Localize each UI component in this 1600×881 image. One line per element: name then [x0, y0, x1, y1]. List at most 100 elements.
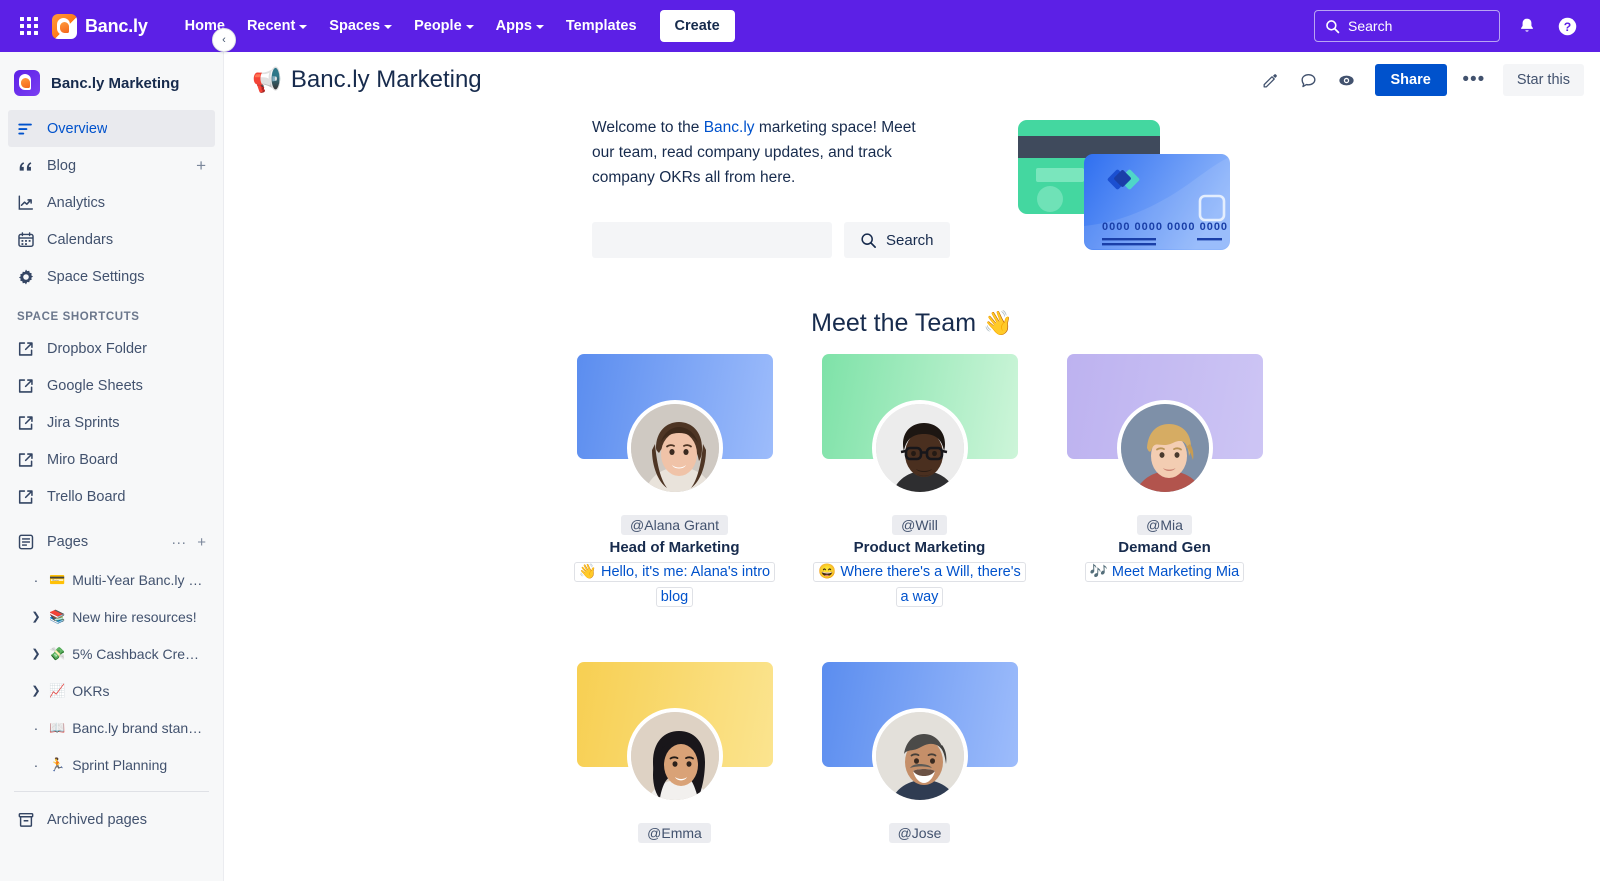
sidebar-item-analytics[interactable]: Analytics [8, 184, 215, 221]
megaphone-icon: 📢 [252, 66, 282, 94]
page-item-label: New hire resources! [72, 608, 197, 625]
page-item-okrs[interactable]: ❯ 📈 OKRs [8, 672, 215, 709]
nav-right-group: Search ? [1314, 10, 1586, 42]
brand-logo[interactable]: Banc.ly [52, 13, 148, 39]
member-banner [1066, 354, 1263, 496]
archived-pages-label: Archived pages [47, 812, 147, 828]
member-blog-link[interactable]: 👋 Hello, it's me: Alana's intro blog [567, 560, 782, 610]
page-bullet-icon: · [33, 571, 39, 588]
sidebar-shortcut-label: Dropbox Folder [47, 340, 147, 357]
page-item-sprint-planning[interactable]: · 🏃 Sprint Planning [8, 746, 215, 783]
space-shortcuts-list: Dropbox Folder Google Sheets Jira Sprint… [0, 330, 223, 515]
space-nav: Overview Blog + Analytics Calendars Spac… [0, 110, 223, 295]
global-search-placeholder: Search [1348, 18, 1393, 34]
quote-icon [19, 161, 32, 171]
sidebar-item-label: Analytics [47, 194, 106, 211]
sidebar-divider [14, 791, 209, 792]
member-blog-link[interactable]: 🎶 Meet Marketing Mia [1084, 560, 1245, 585]
page-item-multi-year[interactable]: · 💳 Multi-Year Banc.ly … [8, 561, 215, 598]
member-handle[interactable]: @Alana Grant [621, 515, 728, 535]
page-item-new-hire-resources[interactable]: ❯ 📚 New hire resources! [8, 598, 215, 635]
member-handle[interactable]: @Emma [638, 823, 711, 843]
sidebar-shortcut-miro-board[interactable]: Miro Board [8, 441, 215, 478]
space-header[interactable]: Banc.ly Marketing [0, 52, 223, 110]
member-role: Demand Gen [1118, 539, 1211, 556]
member-link-text: Hello, it's me: Alana's intro blog [600, 564, 771, 605]
search-button[interactable]: Search [844, 222, 950, 258]
member-link-emoji: 👋 [578, 564, 597, 580]
team-member-card[interactable]: @Emma [552, 662, 797, 847]
bancly-mark-icon [52, 13, 77, 39]
add-blog-post-button[interactable]: + [196, 157, 206, 174]
eye-icon[interactable] [1331, 64, 1363, 96]
team-member-card[interactable]: @Mia Demand Gen 🎶 Meet Marketing Mia [1042, 354, 1287, 610]
create-button[interactable]: Create [659, 10, 735, 42]
chevron-right-icon[interactable]: ❯ [30, 647, 42, 660]
archive-box-icon [18, 812, 34, 827]
pages-more-button[interactable]: ··· [171, 534, 186, 551]
nav-item-recent[interactable]: Recent [236, 11, 318, 41]
sidebar-item-calendars[interactable]: Calendars [8, 221, 215, 258]
sidebar-shortcut-google-sheets[interactable]: Google Sheets [8, 367, 215, 404]
team-grid: @Alana Grant Head of Marketing 👋 Hello, … [552, 354, 1312, 847]
team-member-card[interactable]: @Will Product Marketing 😄 Where there's … [797, 354, 1042, 610]
sidebar-shortcut-dropbox-folder[interactable]: Dropbox Folder [8, 330, 215, 367]
nav-item-apps[interactable]: Apps [485, 11, 555, 41]
page-emoji-icon: 🏃 [49, 756, 66, 772]
nav-item-label: Apps [495, 18, 532, 34]
external-link-icon [18, 489, 33, 504]
avatar [871, 708, 968, 804]
bell-icon[interactable] [1514, 13, 1540, 39]
pages-header[interactable]: Pages ··· + [8, 523, 215, 561]
nav-item-spaces[interactable]: Spaces [318, 11, 403, 41]
sidebar-item-overview[interactable]: Overview [8, 110, 215, 147]
grid-apps-icon[interactable] [18, 15, 40, 37]
avatar [1116, 400, 1213, 496]
search-input[interactable] [592, 222, 832, 258]
member-handle[interactable]: @Jose [888, 823, 951, 843]
member-handle[interactable]: @Will [892, 515, 947, 535]
nav-item-label: Templates [565, 18, 637, 34]
team-member-card[interactable]: @Alana Grant Head of Marketing 👋 Hello, … [552, 354, 797, 610]
analytics-chart-icon [18, 195, 34, 210]
nav-item-label: People [414, 18, 462, 34]
more-options-button[interactable]: ••• [1457, 64, 1491, 96]
page-actions: Share ••• Star this [1255, 64, 1584, 96]
overview-lines-icon [18, 123, 32, 134]
nav-item-templates[interactable]: Templates [555, 11, 648, 41]
member-handle[interactable]: @Mia [1137, 515, 1192, 535]
sidebar-item-space-settings[interactable]: Space Settings [8, 258, 215, 295]
pages-label: Pages [47, 534, 89, 550]
archived-pages-item[interactable]: Archived pages [0, 800, 223, 840]
avatar [626, 708, 723, 804]
sidebar-shortcut-trello-board[interactable]: Trello Board [8, 478, 215, 515]
global-search-input[interactable]: Search [1314, 10, 1500, 42]
nav-item-people[interactable]: People [403, 11, 485, 41]
page-item-cashback-credit[interactable]: ❯ 💸 5% Cashback Cre… [8, 635, 215, 672]
pages-icon [18, 534, 34, 550]
star-this-button[interactable]: Star this [1502, 64, 1584, 96]
chevron-right-icon[interactable]: ❯ [30, 610, 42, 623]
pencil-icon[interactable] [1255, 64, 1287, 96]
page-item-label: OKRs [72, 682, 110, 699]
search-icon [861, 232, 876, 248]
pages-section: Pages ··· + · 💳 Multi-Year Banc.ly … ❯ 📚… [0, 523, 223, 783]
help-circle-icon[interactable]: ? [1554, 13, 1580, 39]
page-item-brand-standards[interactable]: · 📖 Banc.ly brand stan… [8, 709, 215, 746]
share-button[interactable]: Share [1374, 64, 1447, 96]
avatar [626, 400, 723, 496]
space-name: Banc.ly Marketing [51, 74, 180, 92]
collapse-sidebar-button[interactable]: ‹ [212, 28, 236, 52]
space-shortcuts-label: SPACE SHORTCUTS [17, 311, 140, 323]
sidebar-shortcut-jira-sprints[interactable]: Jira Sprints [8, 404, 215, 441]
member-meta: @Mia Demand Gen 🎶 Meet Marketing Mia [1042, 515, 1287, 585]
team-member-card[interactable]: @Jose [797, 662, 1042, 847]
comment-icon[interactable] [1293, 64, 1325, 96]
page-content: Welcome to the Banc.ly marketing space! … [224, 109, 1600, 881]
chevron-right-icon[interactable]: ❯ [30, 684, 42, 697]
page-emoji-icon: 💸 [49, 645, 66, 661]
pages-add-button[interactable]: + [197, 534, 206, 551]
member-blog-link[interactable]: 😄 Where there's a Will, there's a way [812, 560, 1027, 610]
bancly-link[interactable]: Banc.ly [704, 119, 755, 136]
sidebar-item-blog[interactable]: Blog + [8, 147, 215, 184]
